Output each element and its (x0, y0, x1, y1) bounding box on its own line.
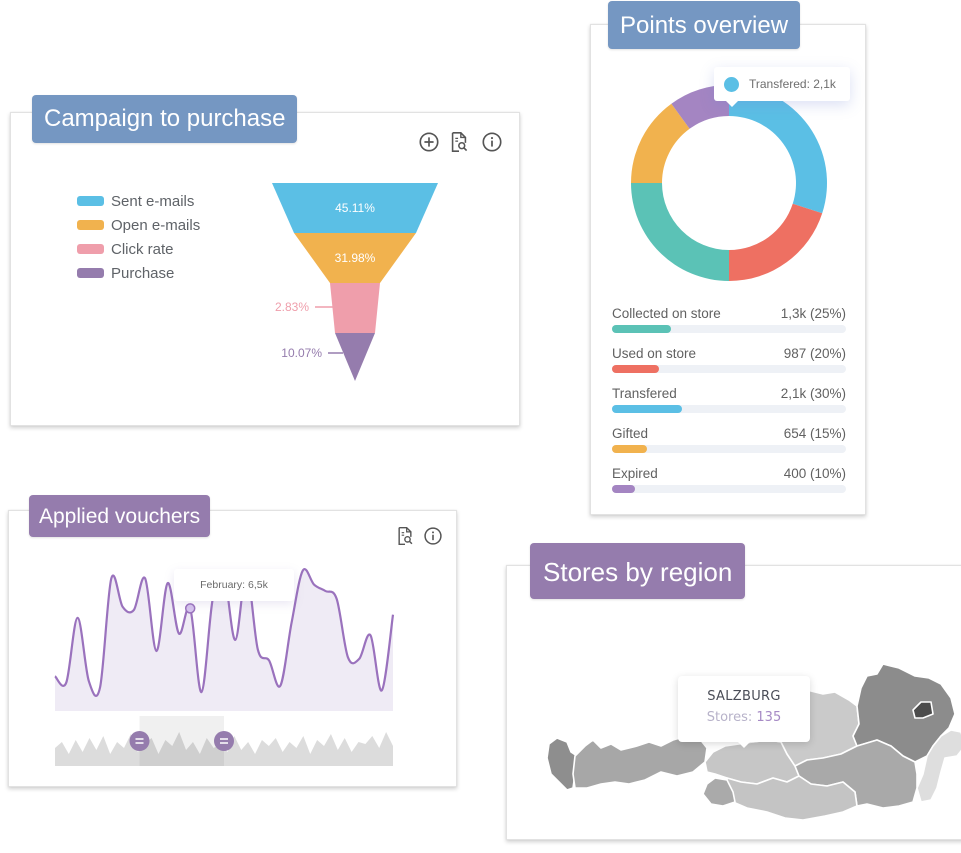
stat-progress-fill (612, 445, 648, 453)
stat-progress-fill (612, 365, 659, 373)
stat-progress-track (612, 485, 846, 493)
legend-item[interactable]: Purchase (77, 261, 200, 285)
stat-progress-fill (612, 485, 636, 493)
legend-swatch (77, 196, 104, 206)
funnel-chart: 45.11% 31.98% 2.83% 10.07% (272, 183, 438, 381)
funnel-segment-3[interactable] (330, 283, 380, 333)
legend-swatch (77, 268, 104, 278)
legend-item[interactable]: Sent e-mails (77, 189, 200, 213)
tooltip-color-dot (724, 76, 739, 92)
funnel-value-label: 10.07% (281, 346, 322, 360)
stat-label: Collected on store (612, 306, 721, 321)
stat-row: Used on store 987 (20%) (612, 345, 846, 385)
vouchers-card: Applied vouchers February: 6,5k (8, 495, 457, 787)
points-card: Points overview Transfered: 2,1k Collect… (590, 1, 866, 515)
highlight-point[interactable] (184, 603, 196, 614)
legend-label: Click rate (111, 240, 174, 258)
donut-slice-transfered[interactable] (729, 85, 827, 214)
add-icon[interactable] (418, 131, 440, 153)
legend-label: Sent e-mails (111, 192, 195, 210)
stat-value: 2,1k (30%) (780, 386, 846, 401)
tooltip-stores: Stores: 135 (678, 710, 810, 725)
donut-chart (631, 85, 827, 281)
legend-swatch (77, 244, 104, 254)
stores-title: Stores by region (530, 543, 746, 599)
stat-label: Gifted (612, 426, 649, 441)
overview-selection[interactable] (139, 716, 225, 766)
map-tooltip: SALZBURG Stores: 135 (678, 676, 810, 748)
region-tirol[interactable] (572, 735, 708, 789)
region-kaernten[interactable] (726, 775, 858, 821)
legend-label: Open e-mails (111, 216, 201, 234)
stat-label: Used on store (612, 346, 697, 361)
legend-label: Purchase (111, 264, 175, 282)
funnel-value-label: 2.83% (275, 300, 309, 314)
tooltip-stores-value: 135 (756, 710, 782, 725)
donut-tooltip: Transfered: 2,1k (714, 67, 850, 107)
stat-progress-track (612, 405, 846, 413)
line-tooltip: February: 6,5k (174, 569, 294, 601)
tooltip-text: Transfered: 2,1k (749, 77, 836, 91)
stat-value: 400 (10%) (783, 466, 846, 481)
vouchers-title: Applied vouchers (29, 495, 211, 537)
stat-progress-fill (612, 405, 683, 413)
stat-progress-track (612, 365, 846, 373)
campaign-title: Campaign to purchase (32, 95, 298, 143)
stat-row: Expired 400 (10%) (612, 465, 846, 505)
donut-slice-collected-on-store[interactable] (631, 183, 729, 281)
stat-row: Gifted 654 (15%) (612, 425, 846, 465)
stat-value: 1,3k (25%) (780, 306, 846, 321)
funnel-legend: Sent e-mails Open e-mails Click rate Pur… (77, 189, 200, 285)
tooltip-stores-label: Stores: (706, 710, 753, 725)
stat-row: Transfered 2,1k (30%) (612, 385, 846, 425)
tooltip-region-name: SALZBURG (707, 689, 781, 704)
stat-row: Collected on store 1,3k (25%) (612, 305, 846, 345)
report-icon[interactable] (395, 526, 415, 546)
range-handle-start[interactable] (129, 731, 150, 751)
legend-swatch (77, 220, 104, 230)
funnel-value-label: 31.98% (335, 251, 376, 265)
campaign-card: Campaign to purchase Sent e-mails Open e… (10, 95, 520, 426)
points-title: Points overview (608, 1, 801, 49)
stat-progress-track (612, 325, 846, 333)
stat-progress-track (612, 445, 846, 453)
info-icon[interactable] (423, 526, 443, 546)
legend-item[interactable]: Open e-mails (77, 213, 200, 237)
legend-item[interactable]: Click rate (77, 237, 200, 261)
report-icon[interactable] (448, 131, 470, 153)
range-handle-end[interactable] (214, 731, 234, 751)
funnel-value-label: 45.11% (335, 201, 375, 215)
info-icon[interactable] (481, 131, 503, 153)
funnel-segment-4[interactable] (335, 333, 375, 381)
stat-value: 987 (20%) (783, 346, 846, 361)
stat-value: 654 (15%) (783, 426, 846, 441)
stat-progress-fill (612, 325, 671, 333)
stat-label: Transfered (612, 386, 677, 401)
donut-slice-used-on-store[interactable] (729, 203, 823, 281)
stat-label: Expired (612, 466, 658, 481)
stores-card: Stores by region SALZBURG Stores: 135 (506, 543, 961, 840)
region-vorarlberg[interactable] (546, 737, 578, 791)
points-stats-list: Collected on store 1,3k (25%) Used on sto… (612, 305, 846, 505)
